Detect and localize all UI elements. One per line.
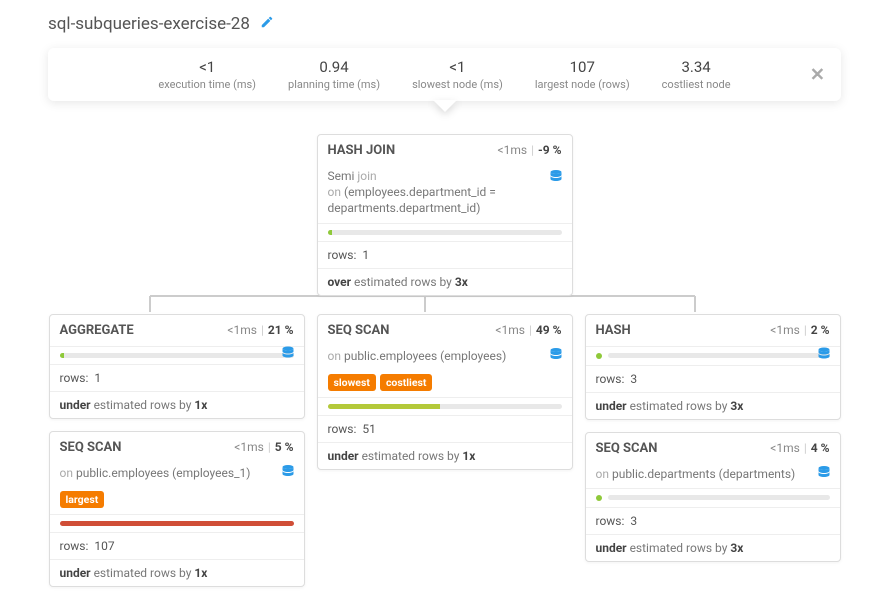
- node-meta: <1ms|49 %: [495, 323, 561, 337]
- node-rows-bar: [318, 223, 572, 241]
- stats-bar: <1execution time (ms) 0.94planning time …: [48, 48, 841, 101]
- node-rows-bar: [318, 397, 572, 415]
- node-title: AGGREGATE: [60, 323, 134, 338]
- node-meta: <1ms|2 %: [770, 323, 829, 337]
- edit-icon[interactable]: [260, 15, 274, 33]
- stat-slowest-node: <1slowest node (ms): [412, 58, 503, 91]
- node-meta: <1ms|4 %: [770, 441, 829, 455]
- node-rows: rows: 107: [50, 532, 304, 559]
- node-title: SEQ SCAN: [328, 323, 390, 338]
- node-hash-join[interactable]: HASH JOIN <1ms|-9 % Semi join on (employ…: [317, 134, 573, 296]
- database-icon: [818, 466, 830, 484]
- node-tags: slowest costliest: [318, 370, 572, 397]
- node-description: Semi join on (employees.department_id = …: [318, 166, 572, 223]
- node-seqscan-employees-1[interactable]: SEQ SCAN <1ms|5 % on public.employees (e…: [49, 431, 305, 587]
- node-tags: largest: [50, 487, 304, 514]
- stat-execution-time: <1execution time (ms): [158, 58, 256, 91]
- progress-dot: [596, 353, 602, 359]
- node-rows: rows: 1: [318, 241, 572, 268]
- tag-largest: largest: [60, 491, 105, 508]
- node-aggregate[interactable]: AGGREGATE <1ms|21 % rows: 1 under estima…: [49, 314, 305, 419]
- node-seqscan-departments[interactable]: SEQ SCAN <1ms|4 % on public.departments …: [585, 432, 841, 562]
- database-icon: [282, 347, 294, 364]
- progress-dot: [596, 495, 602, 501]
- node-rows-bar: [50, 514, 304, 532]
- database-icon: [550, 348, 562, 366]
- node-hash[interactable]: HASH <1ms|2 % rows: 3 under estimated ro…: [585, 314, 841, 420]
- node-estimate: under estimated rows by 1x: [50, 391, 304, 418]
- stat-planning-time: 0.94planning time (ms): [288, 58, 380, 91]
- node-estimate: over estimated rows by 3x: [318, 268, 572, 295]
- database-icon: [282, 465, 294, 483]
- node-target: on public.employees (employees_1): [50, 463, 304, 487]
- node-title: SEQ SCAN: [596, 441, 658, 456]
- node-estimate: under estimated rows by 1x: [318, 442, 572, 469]
- node-rows: rows: 51: [318, 415, 572, 442]
- node-rows: rows: 1: [50, 364, 304, 391]
- stats-pointer-icon: [0, 100, 889, 116]
- node-rows: rows: 3: [586, 365, 840, 392]
- tag-costliest: costliest: [380, 374, 433, 391]
- page-title: sql-subqueries-exercise-28: [48, 14, 250, 34]
- node-rows-bar: [50, 346, 304, 364]
- close-icon[interactable]: ✕: [810, 64, 825, 85]
- node-target: on public.departments (departments): [586, 464, 840, 488]
- node-meta: <1ms|21 %: [227, 323, 293, 337]
- tag-slowest: slowest: [328, 374, 376, 391]
- node-title: HASH: [596, 323, 631, 338]
- node-estimate: under estimated rows by 3x: [586, 392, 840, 419]
- node-rows-bar: [586, 346, 840, 365]
- stat-costliest-node: 3.34costliest node: [662, 58, 731, 91]
- database-icon: [818, 347, 830, 364]
- node-title: SEQ SCAN: [60, 440, 122, 455]
- node-rows: rows: 3: [586, 507, 840, 534]
- node-meta: <1ms|-9 %: [498, 143, 562, 157]
- node-estimate: under estimated rows by 1x: [50, 559, 304, 586]
- node-title: HASH JOIN: [328, 143, 396, 158]
- node-target: on public.employees (employees): [318, 346, 572, 370]
- stat-largest-node: 107largest node (rows): [535, 58, 630, 91]
- node-meta: <1ms|5 %: [234, 440, 293, 454]
- node-seqscan-employees[interactable]: SEQ SCAN <1ms|49 % on public.employees (…: [317, 314, 573, 470]
- node-estimate: under estimated rows by 3x: [586, 534, 840, 561]
- database-icon: [550, 170, 562, 188]
- node-rows-bar: [586, 488, 840, 507]
